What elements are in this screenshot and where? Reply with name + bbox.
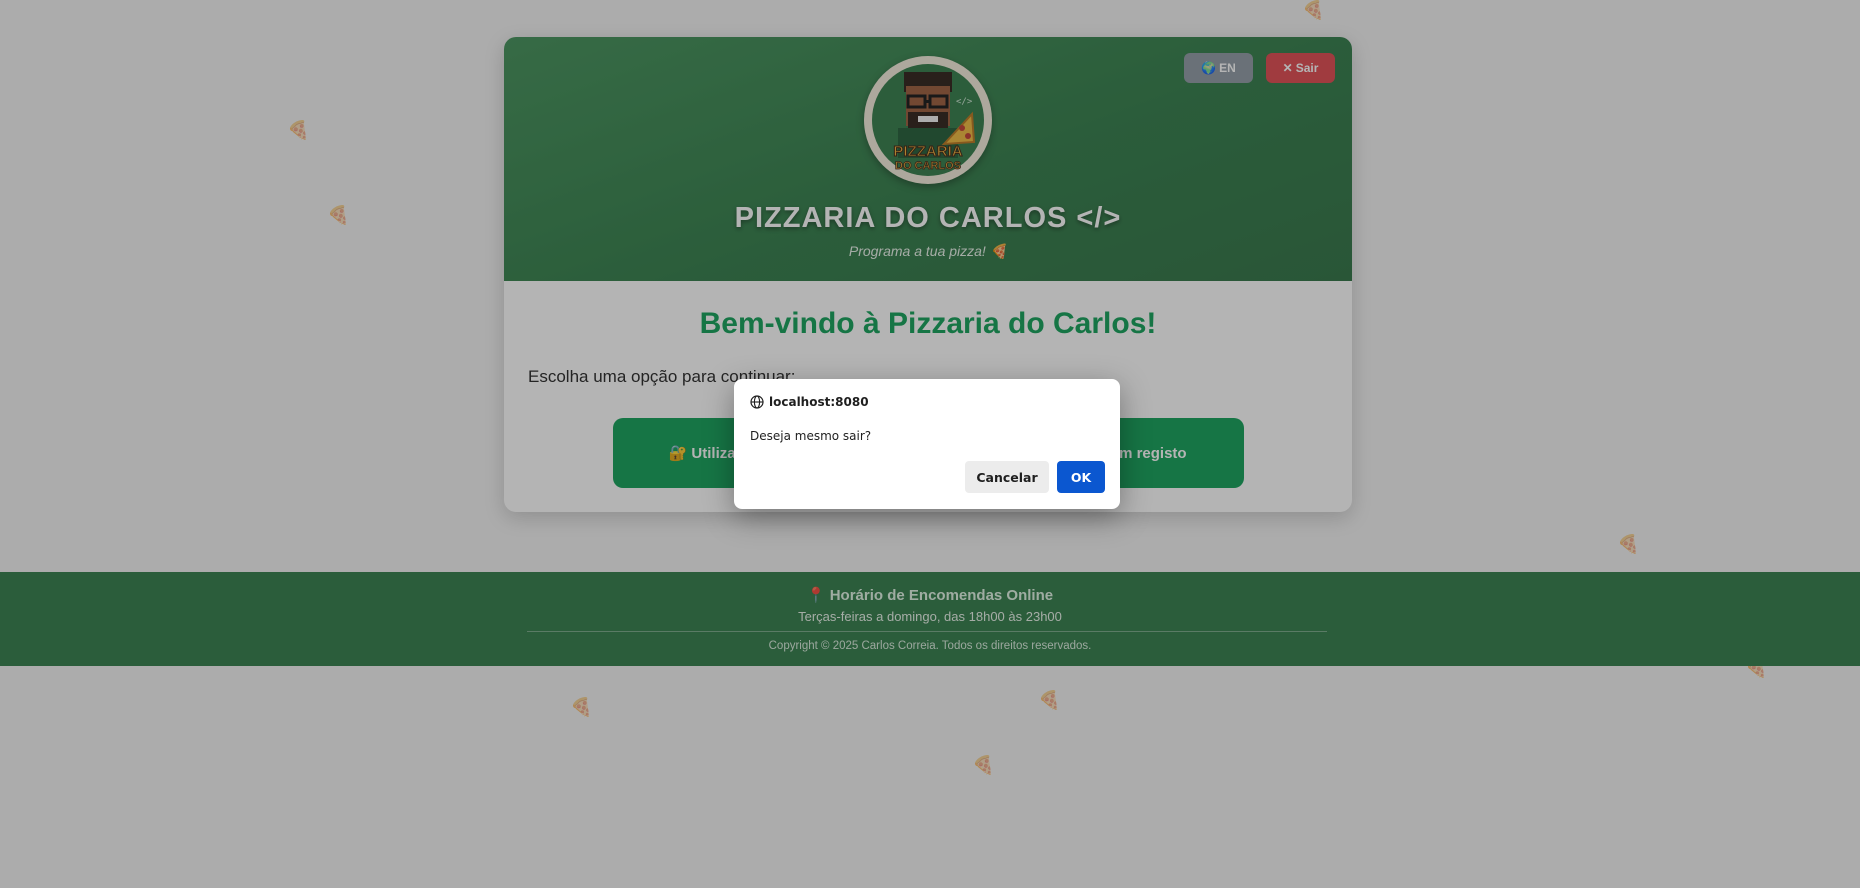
confirm-dialog: localhost:8080 Deseja mesmo sair? Cancel… bbox=[734, 379, 1120, 509]
dialog-origin-label: localhost:8080 bbox=[769, 395, 869, 409]
ok-button[interactable]: OK bbox=[1057, 461, 1105, 493]
globe-icon bbox=[750, 395, 764, 409]
dialog-message: Deseja mesmo sair? bbox=[750, 429, 872, 443]
cancel-button[interactable]: Cancelar bbox=[965, 461, 1049, 493]
dialog-origin: localhost:8080 bbox=[750, 395, 869, 409]
